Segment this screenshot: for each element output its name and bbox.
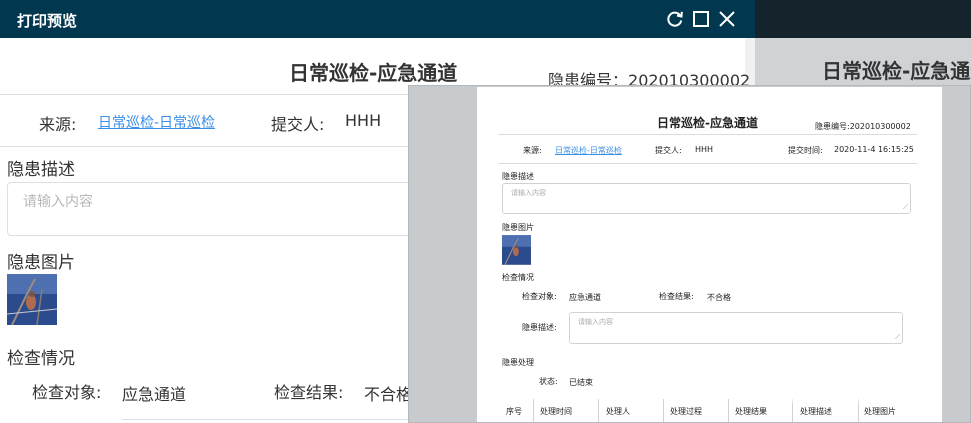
- preview-time-value: 2020-11-4 16:15:25: [834, 145, 914, 154]
- dialog-header: 打印预览: [0, 0, 755, 38]
- preview-code-label: 隐患编号:: [815, 122, 850, 131]
- refresh-icon[interactable]: [664, 8, 686, 30]
- dialog-title: 打印预览: [17, 12, 78, 30]
- check-object-value: 应急通道: [122, 385, 187, 404]
- maximize-icon[interactable]: [690, 8, 712, 30]
- resize-handle-icon: ⟋: [903, 203, 908, 211]
- preview-page: 日常巡检-应急通道 隐患编号:202010300002 来源: 日常巡检-日常巡…: [477, 87, 942, 422]
- check-result-value: 不合格: [364, 385, 413, 404]
- submitter-label: 提交人:: [271, 115, 325, 134]
- table-header-cell: 处理结果: [735, 407, 767, 416]
- description-textarea[interactable]: 请输入内容: [7, 182, 427, 236]
- preview-hazard-code: 隐患编号:202010300002: [815, 121, 911, 132]
- preview-check-section: 检查情况: [502, 273, 534, 282]
- hazard-image-thumbnail[interactable]: [7, 274, 57, 325]
- preview-code-value: 202010300002: [849, 122, 911, 131]
- submitter-value: HHH: [345, 111, 382, 130]
- resize-handle-icon: ⟋: [895, 333, 900, 341]
- source-link[interactable]: 日常巡检-日常巡检: [98, 112, 215, 132]
- close-icon[interactable]: [716, 8, 738, 30]
- preview-check-desc-textarea: 请输入内容 ⟋: [569, 312, 903, 344]
- description-section-label: 隐患描述: [7, 160, 75, 180]
- preview-hazard-image: [502, 235, 531, 265]
- source-label: 来源:: [39, 115, 77, 134]
- preview-source-link: 日常巡检-日常巡检: [555, 146, 622, 155]
- image-section-label: 隐患图片: [7, 253, 75, 273]
- check-object-label: 检查对象:: [32, 383, 102, 402]
- watermark: https://blog.csdn.net/weixin_43245095: [698, 392, 933, 406]
- table-column-divider: [533, 399, 534, 422]
- screen: 日常巡检-应急通道 打印预览 日常巡检-应急通道 隐患编号：2020103000…: [0, 0, 971, 423]
- table-column-divider: [598, 399, 599, 422]
- form-title: 日常巡检-应急通道: [289, 61, 458, 85]
- preview-desc-section: 隐患描述: [502, 172, 534, 181]
- check-result-label: 检查结果:: [274, 383, 344, 402]
- preview-time-label: 提交时间:: [788, 146, 823, 155]
- table-header-cell: 处理过程: [670, 407, 702, 416]
- preview-desc-textarea: 请输入内容 ⟋: [502, 183, 911, 214]
- preview-object-value: 应急通道: [569, 293, 601, 302]
- preview-result-label: 检查结果:: [659, 292, 694, 301]
- table-header-cell: 处理图片: [864, 407, 896, 416]
- check-section-label: 检查情况: [7, 349, 75, 369]
- check-description-box-edge: [122, 419, 422, 420]
- preview-status-value: 已结束: [569, 378, 593, 387]
- background-window-title: 日常巡检-应急通道: [822, 59, 971, 83]
- table-header-cell: 序号: [506, 407, 522, 416]
- preview-status-label: 状态:: [539, 377, 558, 386]
- preview-image-section: 隐患图片: [502, 223, 534, 232]
- preview-title: 日常巡检-应急通道: [657, 116, 758, 130]
- preview-source-label: 来源:: [523, 146, 542, 155]
- print-preview-overlay: 日常巡检-应急通道 隐患编号:202010300002 来源: 日常巡检-日常巡…: [408, 85, 971, 423]
- table-header-cell: 处理时间: [540, 407, 572, 416]
- preview-divider: [498, 134, 917, 135]
- preview-divider: [498, 163, 917, 164]
- table-header-cell: 处理描述: [800, 407, 832, 416]
- preview-handle-section: 隐患处理: [502, 358, 534, 367]
- preview-result-value: 不合格: [707, 293, 731, 302]
- preview-check-desc-label: 隐患描述:: [522, 323, 557, 332]
- preview-submitter-value: HHH: [695, 145, 714, 154]
- table-column-divider: [663, 399, 664, 422]
- preview-submitter-label: 提交人:: [655, 146, 682, 155]
- preview-check-desc-placeholder: 请输入内容: [578, 318, 613, 326]
- preview-object-label: 检查对象:: [522, 292, 557, 301]
- table-header-cell: 处理人: [606, 407, 630, 416]
- preview-desc-placeholder: 请输入内容: [511, 189, 546, 197]
